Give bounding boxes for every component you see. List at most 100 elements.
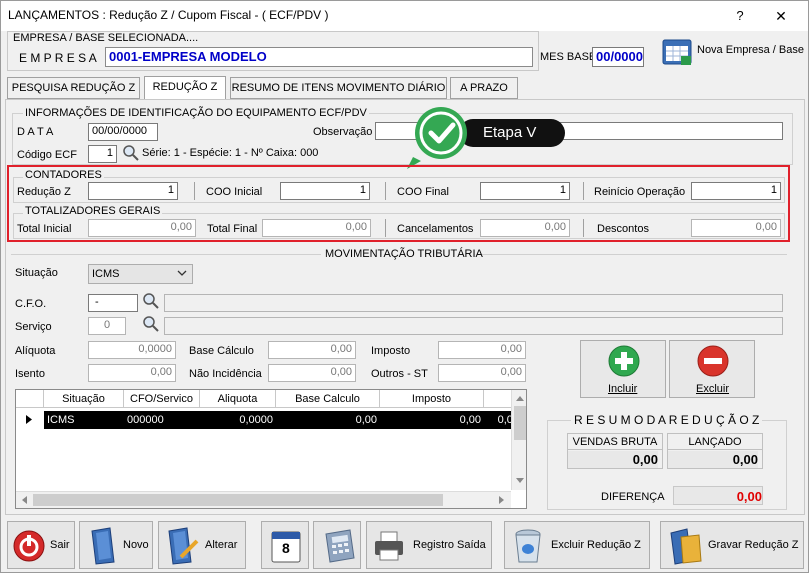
cfo-description-field (164, 294, 783, 312)
isento-field[interactable]: 0,00 (88, 364, 176, 382)
nova-empresa-button[interactable]: Nova Empresa / Base (658, 36, 804, 66)
situacao-label: Situação (15, 267, 58, 279)
main-window: LANÇAMENTOS : Redução Z / Cupom Fiscal -… (0, 0, 809, 573)
base-calculo-field[interactable]: 0,00 (268, 341, 356, 359)
cancelamentos-field[interactable]: 0,00 (480, 219, 570, 237)
gravar-reducao-button[interactable]: Gravar Redução Z (660, 521, 804, 569)
scroll-down-icon[interactable] (516, 478, 524, 484)
calculator-button[interactable] (313, 521, 361, 569)
tab-reducao-z[interactable]: REDUÇÃO Z (144, 76, 226, 100)
situacao-select[interactable]: ICMS (88, 264, 193, 284)
grid-cell-cfo: 000000 (127, 414, 164, 426)
vendas-bruta-label: VENDAS BRUTA (568, 434, 662, 450)
printer-icon (375, 531, 403, 561)
ecf-info-text: Série: 1 - Espécie: 1 - Nº Caixa: 000 (142, 147, 319, 159)
total-final-field[interactable]: 0,00 (262, 219, 371, 237)
diferenca-label: DIFERENÇA (601, 491, 665, 503)
callout-badge: Etapa V (459, 119, 565, 147)
table-row[interactable]: ICMS 000000 0,0000 0,00 0,00 0,00 (44, 411, 522, 429)
incluir-button[interactable]: Incluir (580, 340, 666, 398)
divider (477, 254, 787, 255)
tab-pesquisa-reducao-z[interactable]: PESQUISA REDUÇÃO Z (7, 77, 140, 99)
calendar-button[interactable]: 8 (261, 521, 309, 569)
check-icon (407, 107, 467, 169)
grid-header-imposto[interactable]: Imposto (380, 390, 484, 408)
codigo-ecf-label: Código ECF (17, 149, 77, 161)
excluir-reducao-button[interactable]: Excluir Redução Z (504, 521, 650, 569)
coo-inicial-field[interactable]: 1 (280, 182, 370, 200)
grid-header-aliquota[interactable]: Aliquota (200, 390, 276, 408)
servico-label: Serviço (15, 321, 52, 333)
close-button[interactable]: ✕ (761, 1, 801, 31)
sair-button[interactable]: Sair (7, 521, 75, 569)
grid-vertical-scrollbar[interactable] (511, 390, 526, 490)
nao-incidencia-field[interactable]: 0,00 (268, 364, 356, 382)
calculator-icon (325, 529, 355, 563)
reducao-z-field[interactable]: 1 (88, 182, 178, 200)
registro-saida-label: Registro Saída (413, 539, 486, 551)
sair-label: Sair (50, 539, 70, 551)
help-button[interactable]: ? (720, 1, 760, 31)
reducao-z-label: Redução Z (17, 186, 71, 198)
coo-final-label: COO Final (397, 186, 449, 198)
empresa-field: 0001-EMPRESA MODELO (105, 47, 533, 67)
descontos-label: Descontos (597, 223, 649, 235)
data-field[interactable]: 00/00/0000 (88, 123, 158, 141)
reinicio-field[interactable]: 1 (691, 182, 781, 200)
grid-header-cfo[interactable]: CFO/Servico (124, 390, 200, 408)
excluir-button[interactable]: Excluir (669, 340, 755, 398)
coo-inicial-label: COO Inicial (206, 186, 263, 198)
scroll-thumb[interactable] (514, 406, 526, 440)
grid-cell-situacao: ICMS (47, 414, 75, 426)
grid-header-indicator (16, 390, 44, 408)
scroll-left-icon[interactable] (21, 496, 27, 504)
scroll-up-icon[interactable] (516, 395, 524, 401)
totalizadores-title: TOTALIZADORES GERAIS (23, 205, 163, 217)
search-icon[interactable] (142, 315, 160, 333)
cancelamentos-label: Cancelamentos (397, 223, 474, 235)
identificacao-title: INFORMAÇÕES DE IDENTIFICAÇÃO DO EQUIPAME… (23, 107, 369, 119)
lancado-box: LANÇADO 0,00 (667, 433, 763, 469)
nao-incidencia-label: Não Incidência (189, 368, 262, 380)
outros-st-field[interactable]: 0,00 (438, 364, 526, 382)
servico-field[interactable]: 0 (88, 317, 126, 335)
grid-header-base[interactable]: Base Calculo (276, 390, 380, 408)
codigo-ecf-field[interactable]: 1 (88, 145, 117, 163)
isento-label: Isento (15, 368, 45, 380)
imposto-field[interactable]: 0,00 (438, 341, 526, 359)
title-bar: LANÇAMENTOS : Redução Z / Cupom Fiscal -… (1, 1, 808, 31)
mes-base-field: 00/0000 (592, 47, 644, 67)
servico-description-field (164, 317, 783, 335)
new-document-icon (91, 527, 115, 565)
alterar-button[interactable]: Alterar (158, 521, 246, 569)
vendas-bruta-value: 0,00 (568, 451, 658, 468)
total-inicial-field[interactable]: 0,00 (88, 219, 196, 237)
aliquota-field[interactable]: 0,0000 (88, 341, 176, 359)
grid-horizontal-scrollbar[interactable] (16, 491, 511, 508)
tab-resumo-itens[interactable]: RESUMO DE ITENS MOVIMENTO DIÁRIO (230, 77, 447, 99)
cfo-field[interactable]: - (88, 294, 138, 312)
gravar-reducao-label: Gravar Redução Z (708, 539, 799, 551)
search-icon[interactable] (142, 292, 160, 310)
search-icon[interactable] (122, 144, 140, 162)
novo-button[interactable]: Novo (79, 521, 153, 569)
power-icon (13, 530, 45, 562)
nova-empresa-label: Nova Empresa / Base (697, 44, 804, 56)
scroll-thumb[interactable] (33, 494, 443, 506)
scroll-right-icon[interactable] (499, 496, 505, 504)
grid-header-situacao[interactable]: Situação (44, 390, 124, 408)
total-final-label: Total Final (207, 223, 258, 235)
calendar-day: 8 (282, 540, 290, 556)
cfo-label: C.F.O. (15, 298, 47, 310)
separator (583, 182, 584, 200)
tab-a-prazo[interactable]: A PRAZO (450, 77, 518, 99)
observacao-label: Observação (313, 126, 373, 138)
descontos-field[interactable]: 0,00 (691, 219, 781, 237)
callout-text: Etapa V (483, 124, 537, 141)
registro-saida-button[interactable]: Registro Saída (366, 521, 492, 569)
tributacao-grid[interactable]: Situação CFO/Servico Aliquota Base Calcu… (15, 389, 527, 509)
empresa-base-label: EMPRESA / BASE SELECIONADA.... (13, 32, 199, 44)
edit-document-icon (168, 527, 199, 565)
coo-final-field[interactable]: 1 (480, 182, 570, 200)
excluir-label: Excluir (696, 383, 730, 395)
